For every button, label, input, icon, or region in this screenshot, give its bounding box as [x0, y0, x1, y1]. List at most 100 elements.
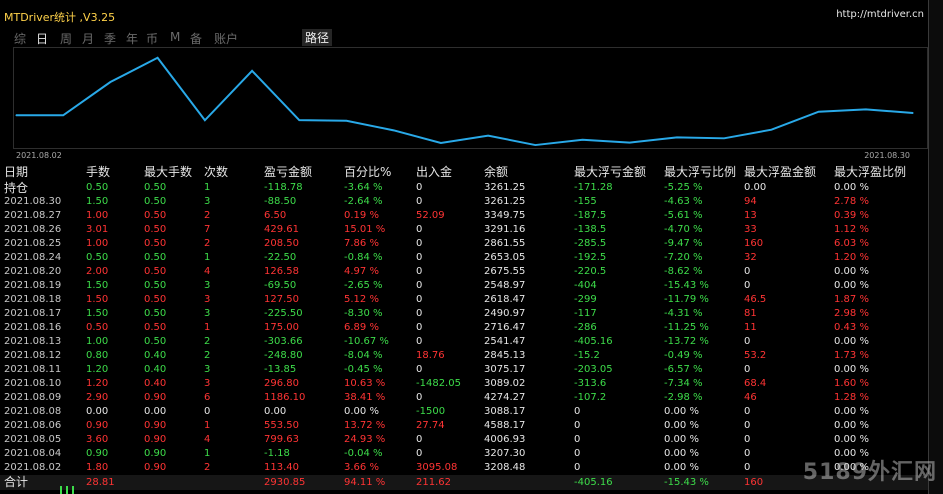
cell: 0: [416, 294, 423, 305]
cell: 3: [204, 280, 211, 291]
tab-9[interactable]: 账户: [214, 30, 238, 47]
app-url-link[interactable]: http://mtdriver.cn: [836, 9, 924, 20]
cell: 0.00: [86, 406, 109, 417]
cell: 2541.47: [484, 336, 526, 347]
tab-8[interactable]: 备: [190, 30, 202, 47]
cell: 0.00 %: [834, 336, 869, 347]
cell: 24.93 %: [344, 434, 386, 445]
tab-1[interactable]: 日: [36, 30, 48, 47]
cell: 3089.02: [484, 378, 526, 389]
cell: 1186.10: [264, 392, 306, 403]
cell: 0.00 %: [834, 182, 869, 193]
column-header[interactable]: 余额: [484, 164, 508, 181]
cell: 7.86 %: [344, 238, 379, 249]
column-header[interactable]: 日期: [4, 164, 28, 181]
cell: 2675.55: [484, 266, 526, 277]
cell: 0.50: [144, 196, 167, 207]
cell: -0.49 %: [664, 350, 703, 361]
app-title: MTDriver统计 ,V3.25: [4, 11, 116, 24]
column-header[interactable]: 次数: [204, 164, 228, 181]
equity-point-0: [15, 114, 17, 116]
cell: 2548.97: [484, 280, 526, 291]
equity-point-5: [251, 70, 253, 72]
table-row: 2021.08.25 1.00 0.50 2 208.50 7.86 % 0 2861.55 -…: [0, 237, 928, 251]
tab-2[interactable]: 周: [60, 30, 72, 47]
equity-line-chart: [15, 56, 914, 147]
cell: 0: [416, 182, 423, 193]
cell: 2618.47: [484, 294, 526, 305]
equity-point-12: [581, 139, 584, 141]
cell: 1: [204, 182, 211, 193]
cell: 4006.93: [484, 434, 526, 445]
column-header[interactable]: 最大浮盈金额: [744, 164, 816, 181]
cell: 0.90: [144, 462, 167, 473]
column-header[interactable]: 盈亏金额: [264, 164, 312, 181]
cell: -2.98 %: [664, 392, 703, 403]
cell: 0: [744, 364, 751, 375]
side-scroll-strip[interactable]: [928, 0, 943, 494]
cell: 0.50: [144, 224, 167, 235]
tab-0[interactable]: 综: [14, 30, 26, 47]
cell: 3: [204, 364, 211, 375]
cell: -6.57 %: [664, 364, 703, 375]
cell: 211.62: [416, 477, 451, 488]
cell: 13: [744, 210, 757, 221]
column-header[interactable]: 最大手数: [144, 164, 192, 181]
cell: -8.04 %: [344, 350, 383, 361]
cell: 160: [744, 238, 764, 249]
cell: 0.90: [144, 448, 167, 459]
cell: 1: [204, 252, 211, 263]
cell: -405.16: [574, 477, 613, 488]
column-header[interactable]: 百分比%: [344, 164, 391, 181]
cell: -7.34 %: [664, 378, 703, 389]
cell: 0.00 %: [834, 406, 869, 417]
cell: 3349.75: [484, 210, 526, 221]
cell: 0.00: [264, 406, 287, 417]
column-header[interactable]: 出入金: [416, 164, 452, 181]
cell: 0.00 %: [834, 266, 869, 277]
column-header[interactable]: 最大浮盈比例: [834, 164, 906, 181]
tab-7[interactable]: M: [170, 30, 180, 44]
equity-point-11: [534, 144, 536, 146]
cell: 4: [204, 434, 211, 445]
cell-label: 2021.08.27: [4, 210, 62, 221]
tab-3[interactable]: 月: [82, 30, 94, 47]
cell: -11.25 %: [664, 322, 709, 333]
equity-point-14: [676, 136, 678, 138]
cell: 0.00 %: [834, 364, 869, 375]
cell: 0.00 %: [664, 448, 699, 459]
table-row: 2021.08.26 3.01 0.50 7 429.61 15.01 % 0 3291.16…: [0, 223, 928, 237]
cell: -118.78: [264, 182, 303, 193]
cell: 0: [744, 448, 751, 459]
cell: 33: [744, 224, 757, 235]
cell: -8.62 %: [664, 266, 703, 277]
cell: 0: [744, 420, 751, 431]
tab-6[interactable]: 币: [146, 30, 158, 47]
equity-point-16: [770, 129, 772, 131]
cell: 1.12 %: [834, 224, 869, 235]
cell: 0: [416, 364, 423, 375]
cell-label: 2021.08.08: [4, 406, 62, 417]
cell: -203.05: [574, 364, 613, 375]
cell: -303.66: [264, 336, 303, 347]
cell: 0: [574, 420, 581, 431]
cell: -404: [574, 280, 597, 291]
column-header[interactable]: 最大浮亏比例: [664, 164, 736, 181]
cell-label: 2021.08.06: [4, 420, 62, 431]
column-header[interactable]: 手数: [86, 164, 110, 181]
column-header[interactable]: 最大浮亏金额: [574, 164, 646, 181]
chart-end-date: 2021.08.30: [864, 151, 910, 160]
cell: 0.00: [144, 406, 167, 417]
tab-5[interactable]: 年: [126, 30, 138, 47]
cell: 2.78 %: [834, 196, 869, 207]
cell-label: 2021.08.20: [4, 266, 62, 277]
table-row: 2021.08.09 2.90 0.90 6 1186.10 38.41 % 0 4274.2…: [0, 391, 928, 405]
cell-label: 合计: [4, 475, 29, 489]
tab-4[interactable]: 季: [104, 30, 116, 47]
cell: 0.00 %: [664, 406, 699, 417]
table-row: 2021.08.17 1.50 0.50 3 -225.50 -8.30 % 0 2490.9…: [0, 307, 928, 321]
cell: -5.25 %: [664, 182, 703, 193]
tab-10[interactable]: 路径: [302, 29, 333, 46]
cell: -11.79 %: [664, 294, 709, 305]
cell: 2845.13: [484, 350, 526, 361]
